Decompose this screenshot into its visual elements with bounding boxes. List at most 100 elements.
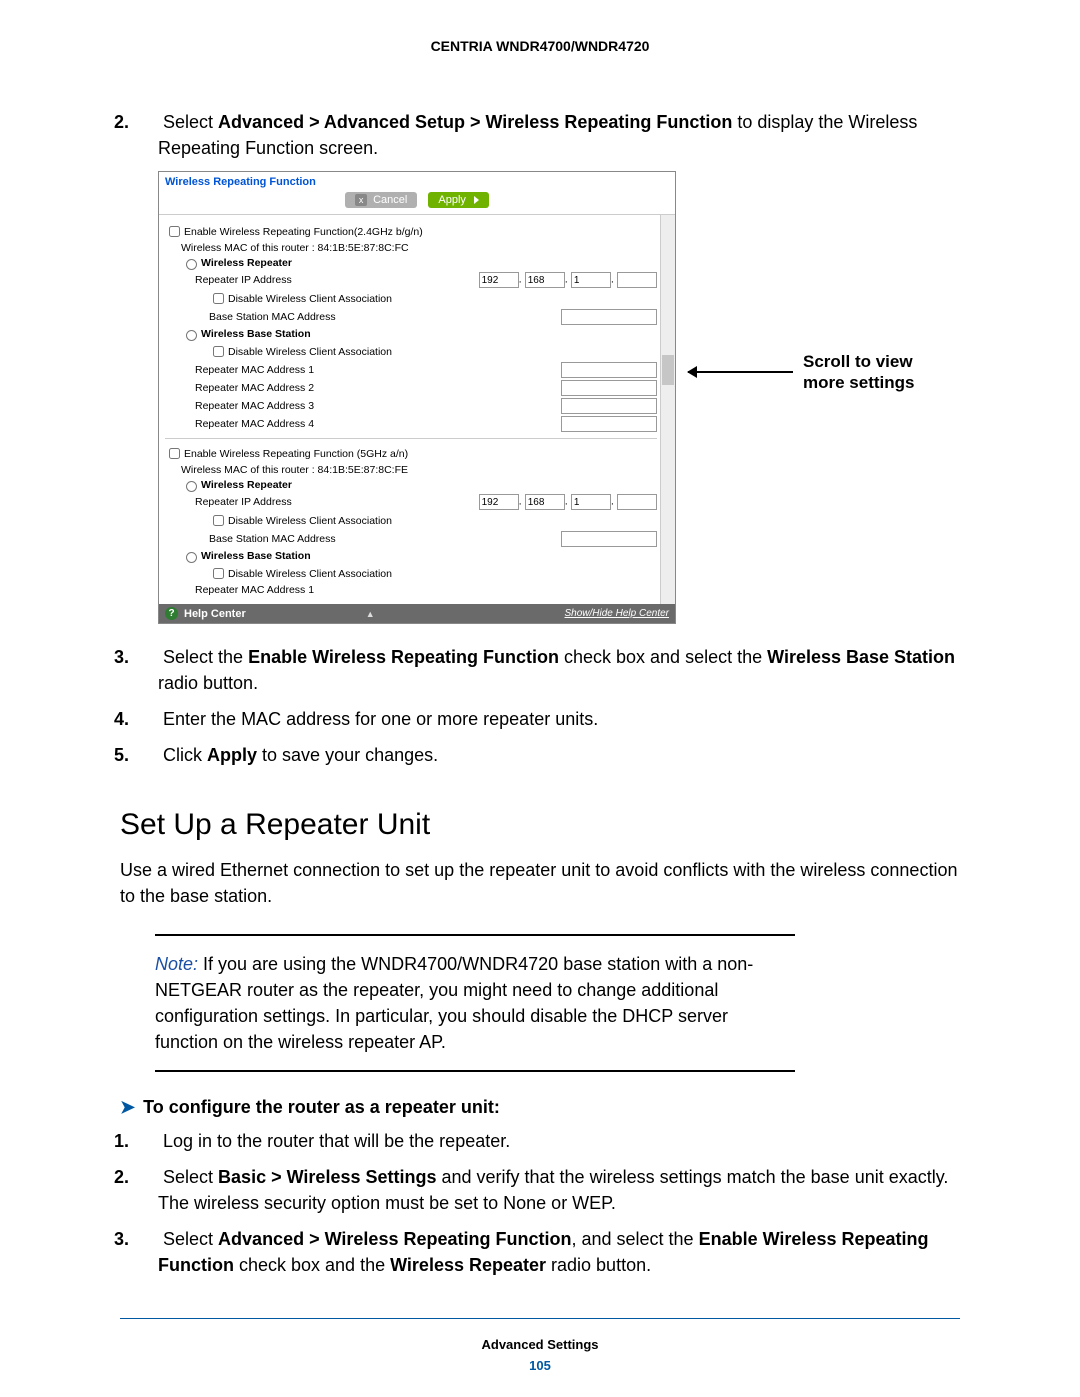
ip-octet[interactable] [571,272,611,288]
l: Repeater MAC Address 1 [195,364,561,376]
ip-octet[interactable] [479,494,519,510]
t: Advanced > Advanced Setup > Wireless Rep… [218,112,732,132]
step-3: 3. Select the Enable Wireless Repeating … [120,644,960,696]
wireless-repeater-radio-5g[interactable] [186,481,197,492]
step-2: 2. Select Advanced > Advanced Setup > Wi… [120,109,960,161]
t: Wireless Repeater [390,1255,546,1275]
note-label: Note: [155,954,203,974]
ip-octet[interactable] [479,272,519,288]
label: Cancel [373,194,407,206]
step-num: 2. [136,1164,158,1190]
t: Basic > Wireless Settings [218,1167,436,1187]
disable-assoc-checkbox[interactable] [213,293,224,304]
l: Disable Wireless Client Association [228,346,657,358]
disable-assoc-checkbox[interactable] [213,346,224,357]
l: Base Station MAC Address [209,533,561,545]
wireless-repeater-radio[interactable] [186,259,197,270]
task-step-3: 3. Select Advanced > Wireless Repeating … [120,1226,960,1278]
l: Enable Wireless Repeating Function (5GHz… [184,448,657,460]
task-step-2: 2. Select Basic > Wireless Settings and … [120,1164,960,1216]
t: Enter the MAC address for one or more re… [163,709,598,729]
repeater-mac-input[interactable] [561,416,657,432]
scroll-area: Enable Wireless Repeating Function(2.4GH… [159,214,675,604]
screenshot-wrapper: Wireless Repeating Function x Cancel Appl… [158,171,960,624]
t: Select [163,1167,218,1187]
scrollbar-track[interactable] [660,215,675,604]
l: Disable Wireless Client Association [228,293,657,305]
l: Enable Wireless Repeating Function(2.4GH… [184,226,657,238]
repeater-mac-input[interactable] [561,398,657,414]
arrow-icon [688,371,793,373]
repeater-mac-input[interactable] [561,380,657,396]
l: Repeater IP Address [195,496,479,508]
base-mac-input[interactable] [561,309,657,325]
wireless-base-station-radio[interactable] [186,330,197,341]
t: Wireless Base Station [767,647,955,667]
help-icon[interactable]: ? [165,607,178,620]
disable-assoc-checkbox-5g[interactable] [213,568,224,579]
t: Select [163,112,218,132]
step-5: 5. Click Apply to save your changes. [120,742,960,768]
l: Wireless Base Station [201,550,657,562]
cancel-button[interactable]: x Cancel [345,192,417,208]
wireless-base-station-radio-5g[interactable] [186,552,197,563]
show-hide-help-link[interactable]: Show/Hide Help Center [565,608,670,619]
scroll-callout: Scroll to viewmore settings [688,351,914,393]
t: Enable Wireless Repeating Function [248,647,559,667]
step-num: 3. [136,1226,158,1252]
page-header: CENTRIA WNDR4700/WNDR4720 [120,38,960,54]
step-num: 5. [136,742,158,768]
l: Disable Wireless Client Association [228,568,657,580]
help-bar: ? Help Center ▲ Show/Hide Help Center [159,604,675,623]
t: to save your changes. [257,745,438,765]
l: Wireless Repeater [201,479,657,491]
l: Repeater MAC Address 2 [195,382,561,394]
chevron-up-icon[interactable]: ▲ [366,609,375,619]
t: Select the [163,647,248,667]
task-heading: ➤To configure the router as a repeater u… [120,1097,960,1118]
task-text: To configure the router as a repeater un… [143,1097,500,1117]
l: Disable Wireless Client Association [228,515,657,527]
button-bar: x Cancel Apply [159,190,675,214]
section-heading: Set Up a Repeater Unit [120,808,960,842]
apply-button[interactable]: Apply [428,192,489,208]
t: check box and the [234,1255,390,1275]
l: Wireless Repeater [201,257,657,269]
enable-5ghz-checkbox[interactable] [169,448,180,459]
mac-label: Wireless MAC of this router : 84:1B:5E:8… [181,242,657,254]
step-num: 4. [136,706,158,732]
base-mac-input-5g[interactable] [561,531,657,547]
router-screenshot: Wireless Repeating Function x Cancel Appl… [158,171,676,624]
l: Repeater IP Address [195,274,479,286]
ip-octet[interactable] [617,494,657,510]
l: Repeater MAC Address 1 [195,584,657,596]
section-para: Use a wired Ethernet connection to set u… [120,857,960,909]
scrollbar-thumb[interactable] [662,355,674,385]
t: Advanced > Wireless Repeating Function [218,1229,571,1249]
l: Repeater MAC Address 3 [195,400,561,412]
panel-title: Wireless Repeating Function [159,172,675,190]
t: radio button. [546,1255,651,1275]
page-number: 105 [120,1358,960,1373]
page-footer: Advanced Settings 105 [120,1319,960,1373]
ip-octet[interactable] [617,272,657,288]
l: Repeater MAC Address 4 [195,418,561,430]
step-num: 3. [136,644,158,670]
t: check box and select the [559,647,767,667]
ip-octet[interactable] [571,494,611,510]
t: Apply [207,745,257,765]
t: Log in to the router that will be the re… [163,1131,510,1151]
ip-octet[interactable] [525,272,565,288]
t: radio button. [158,673,258,693]
t: , and select the [571,1229,698,1249]
disable-assoc-checkbox-5g[interactable] [213,515,224,526]
repeater-mac-input[interactable] [561,362,657,378]
ip-octet[interactable] [525,494,565,510]
help-label: Help Center [184,608,246,620]
footer-section: Advanced Settings [120,1337,960,1352]
l: Wireless Base Station [201,328,657,340]
t: Click [163,745,207,765]
label: Apply [438,194,466,206]
close-icon: x [355,194,367,206]
enable-24ghz-checkbox[interactable] [169,226,180,237]
